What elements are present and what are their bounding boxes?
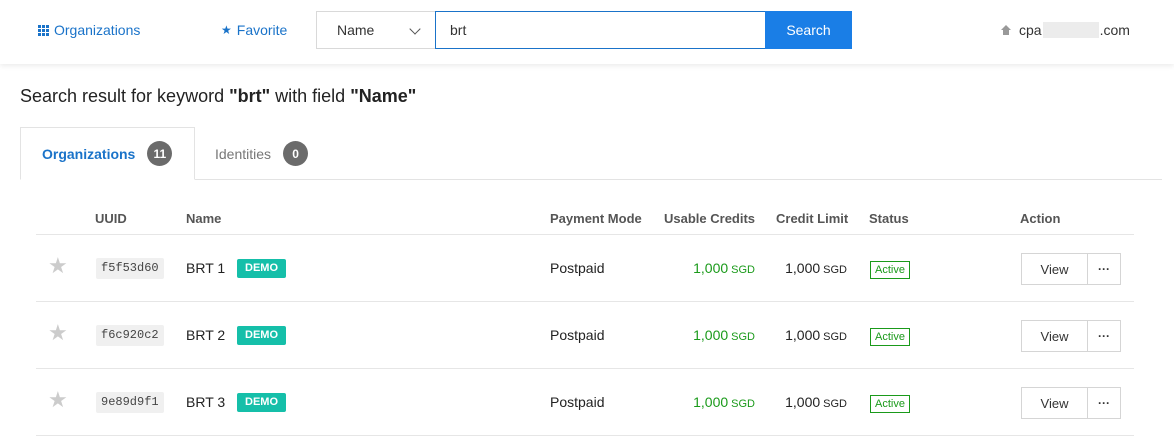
header-name: Name (186, 211, 222, 226)
star-icon[interactable]: ★ (48, 255, 68, 277)
demo-badge: DEMO (237, 259, 286, 278)
star-icon: ★ (221, 23, 232, 37)
result-tabs: Organizations 11 Identities 0 (20, 127, 1162, 180)
page-title: Search result for keyword "brt" with fie… (20, 86, 416, 107)
heading-field: "Name" (350, 86, 417, 106)
uuid-code: f6c920c2 (96, 325, 164, 346)
credit-limit: 1,000 SGD (785, 260, 847, 276)
nav-favorite-label: Favorite (236, 22, 288, 38)
home-icon (1001, 25, 1011, 35)
org-name: BRT 2 (186, 327, 226, 343)
nav-organizations-link[interactable]: Organizations (38, 22, 140, 38)
search-input[interactable] (435, 11, 766, 49)
search-field-value: Name (337, 22, 375, 38)
credits-unit: SGD (731, 331, 755, 343)
table-header: UUID Name Payment Mode Usable Credits Cr… (36, 200, 1134, 235)
payment-mode: Postpaid (550, 394, 605, 410)
payment-mode: Postpaid (550, 327, 605, 343)
more-actions-button[interactable]: ··· (1087, 320, 1121, 352)
usable-credits: 1,000 SGD (693, 327, 755, 343)
more-actions-button[interactable]: ··· (1087, 387, 1121, 419)
header-usable-credits: Usable Credits (664, 211, 756, 226)
nav-organizations-label: Organizations (54, 22, 141, 38)
chevron-down-icon (409, 23, 421, 35)
top-bar: Organizations ★ Favorite Name Search cpa… (0, 0, 1174, 64)
tab-identities-label: Identities (215, 145, 272, 162)
more-actions-button[interactable]: ··· (1087, 253, 1121, 285)
credits-unit: SGD (731, 264, 755, 276)
tab-identities[interactable]: Identities 0 (215, 127, 309, 180)
org-name: BRT 3 (186, 394, 226, 410)
table-row: ★ f5f53d60 BRT 1 DEMO Postpaid 1,000 SGD … (36, 235, 1134, 302)
limit-value: 1,000 (785, 394, 821, 410)
payment-mode: Postpaid (550, 260, 605, 276)
view-button[interactable]: View (1021, 320, 1088, 352)
org-name: BRT 1 (186, 260, 226, 276)
credit-limit: 1,000 SGD (785, 327, 847, 343)
uuid-code: 9e89d9f1 (96, 392, 164, 413)
usable-credits: 1,000 SGD (693, 260, 755, 276)
header-uuid: UUID (95, 211, 127, 226)
status-badge: Active (870, 395, 910, 413)
table-row: ★ 9e89d9f1 BRT 3 DEMO Postpaid 1,000 SGD … (36, 369, 1134, 436)
redacted-block (1042, 22, 1099, 38)
limit-unit: SGD (823, 264, 847, 276)
tab-organizations-label: Organizations (42, 145, 136, 162)
grid-icon (38, 24, 49, 36)
star-icon[interactable]: ★ (48, 322, 68, 344)
heading-middle: with field (270, 86, 351, 106)
tab-organizations[interactable]: Organizations 11 (20, 127, 195, 180)
heading-prefix: Search result for keyword (20, 86, 230, 106)
star-icon[interactable]: ★ (48, 389, 68, 411)
limit-unit: SGD (823, 331, 847, 343)
credits-value: 1,000 (693, 327, 729, 343)
credit-limit: 1,000 SGD (785, 394, 847, 410)
header-payment-mode: Payment Mode (550, 211, 642, 226)
uuid-code: f5f53d60 (96, 258, 164, 279)
header-credit-limit: Credit Limit (776, 211, 849, 226)
demo-badge: DEMO (237, 393, 286, 412)
credits-value: 1,000 (693, 394, 729, 410)
demo-badge: DEMO (237, 326, 286, 345)
tab-organizations-count: 11 (147, 141, 173, 166)
limit-unit: SGD (823, 398, 847, 410)
usable-credits: 1,000 SGD (693, 394, 755, 410)
limit-value: 1,000 (785, 327, 821, 343)
credits-value: 1,000 (693, 260, 729, 276)
credits-unit: SGD (731, 398, 755, 410)
status-badge: Active (870, 261, 910, 279)
view-button[interactable]: View (1021, 253, 1088, 285)
view-button[interactable]: View (1021, 387, 1088, 419)
header-status: Status (869, 211, 909, 226)
heading-keyword: "brt" (229, 86, 271, 106)
search-button[interactable]: Search (765, 11, 852, 49)
account-prefix: cpa (1019, 22, 1042, 38)
nav-favorite-link[interactable]: ★ Favorite (221, 22, 287, 38)
organizations-table: UUID Name Payment Mode Usable Credits Cr… (36, 200, 1134, 436)
status-badge: Active (870, 328, 910, 346)
header-action: Action (1020, 211, 1061, 226)
table-row: ★ f6c920c2 BRT 2 DEMO Postpaid 1,000 SGD … (36, 302, 1134, 369)
account-suffix: .com (1099, 22, 1130, 38)
limit-value: 1,000 (785, 260, 821, 276)
account-menu[interactable]: cpa .com (1001, 22, 1130, 38)
tab-identities-count: 0 (283, 141, 309, 166)
search-field-select[interactable]: Name (316, 11, 436, 49)
